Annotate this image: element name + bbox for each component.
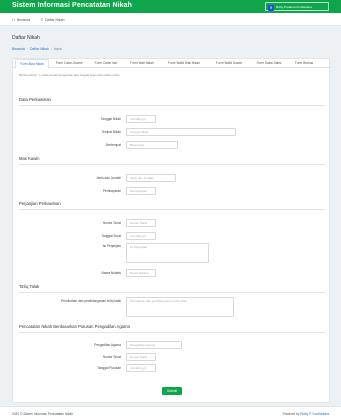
section-divider [19, 105, 325, 106]
nama-notaris-label: Nama Notaris [101, 271, 122, 275]
user-menu[interactable]: R Rizky Pratama Kurdiantara [265, 2, 329, 11]
submit-button[interactable]: Submit [162, 387, 182, 395]
section-divider [19, 332, 325, 333]
pengadilan-agama-label: Pengadilan Agama [94, 343, 121, 347]
nomor-surat-pa-input[interactable]: Nomor Surat [126, 353, 156, 361]
tab-wali-nikah[interactable]: Form Wali Nikah [125, 59, 159, 68]
form-hint: Berikan tanda * (,) pada jumlah tanggal … [19, 73, 121, 77]
section-perjanjian: Perjanjian Perkawinan [19, 201, 61, 206]
breadcrumb-home[interactable]: Beranda [12, 47, 25, 51]
pembayaran-input[interactable]: Pembayaran [126, 187, 156, 195]
main-nav: Beranda Daftar Nikah [0, 13, 341, 26]
pernikahan-taklik-textarea[interactable]: Pernikahan dan pembilanganan ta'liq tala… [126, 297, 234, 317]
user-name: Rizky Pratama Kurdiantara [276, 5, 312, 9]
tab-akta-nikah[interactable]: Form Akta Nikah [15, 59, 49, 69]
pernikahan-taklik-label: Pernikahan dan pembilanganan ta'liq tala… [61, 299, 121, 303]
form-panel: Form Akta Nikah Form Calon Suami Form Ca… [12, 58, 331, 403]
nomor-surat-pa-label: Nomor Surat [102, 355, 121, 359]
tempat-nikah-input[interactable]: Tempat Nikah [126, 128, 236, 136]
tab-wakil-suami[interactable]: Form Wakil Suami [209, 59, 249, 68]
tanggal-nikah-label: Tanggal Nikah [100, 117, 121, 121]
nomor-surat-label: Nomor Surat [102, 221, 121, 225]
jenis-jumlah-input[interactable]: Jenis dan Jumlah [126, 174, 176, 182]
avatar: R [268, 4, 274, 11]
tab-calon-istri[interactable]: Form Calon Istri [89, 59, 123, 68]
section-divider [19, 209, 325, 210]
list-icon [40, 18, 43, 21]
nav-beranda[interactable]: Beranda [12, 18, 30, 22]
pengadilan-agama-input[interactable]: Pengadilan Agama [126, 341, 182, 349]
tab-saksi-saksi[interactable]: Form Saksi Saksi [251, 59, 287, 68]
breadcrumb-current: Input [53, 47, 62, 51]
tanggal-surat-input[interactable]: mm/dd/yyyy [126, 232, 156, 240]
footer-powered-brand[interactable]: Rizky P. Kurdiantara [300, 412, 329, 416]
bertempat-input[interactable]: Bertempat [126, 141, 178, 149]
tab-calon-suami[interactable]: Form Calon Suami [51, 59, 87, 68]
section-taklik: Ta'liq Talak [19, 284, 40, 289]
form-tabs: Form Akta Nikah Form Calon Suami Form Ca… [13, 59, 331, 69]
nav-daftar-nikah[interactable]: Daftar Nikah [40, 18, 64, 22]
breadcrumb-parent[interactable]: Daftar Nikah [30, 47, 49, 51]
app-header: Sistem Informasi Pencatatan Nikah R Rizk… [0, 0, 341, 13]
tab-wakil-wali-nikah[interactable]: Form Wakil Wali Nikah [161, 59, 207, 68]
footer-copyright: 2020 © Sistem Informasi Pencatatan Nikah [12, 411, 73, 416]
section-divider [19, 292, 325, 293]
breadcrumb: Beranda › Daftar Nikah › Input [12, 47, 62, 51]
page-title: Daftar Nikah [12, 35, 40, 41]
tanggal-putusan-label: Tanggal Putusan [97, 366, 121, 370]
section-mas-kawin: Mas Kawin [19, 156, 40, 161]
pembayaran-label: Pembayaran [102, 189, 121, 193]
footer-powered: Powered by Rizky P. Kurdiantara [283, 412, 329, 416]
jenis-jumlah-label: Jenis dan Jumlah [96, 176, 121, 180]
section-data-perkawinan: Data Perkawinan [19, 97, 51, 102]
tanggal-putusan-input[interactable]: mm/dd/yyyy [126, 364, 156, 372]
section-putusan: Pencatatan Nikah Berdasarkan Putusan Pen… [19, 324, 130, 329]
footer-powered-prefix: Powered by [282, 411, 300, 416]
tanggal-nikah-input[interactable]: mm/dd/yyyy [126, 115, 156, 123]
breadcrumb-separator: › [50, 47, 52, 51]
tanggal-surat-label: Tanggal Surat [101, 234, 121, 238]
bertempat-label: Bertempat [106, 143, 121, 147]
isi-perjanjian-label: Isi Perjanjian [102, 244, 121, 248]
nama-notaris-input[interactable]: Nama Notaris [126, 269, 156, 277]
section-divider [19, 164, 325, 165]
footer: 2020 © Sistem Informasi Pencatatan Nikah… [0, 406, 341, 420]
nav-beranda-label: Beranda [17, 17, 31, 22]
isi-perjanjian-textarea[interactable]: Isi Perjanjian [126, 243, 209, 263]
nav-daftar-nikah-label: Daftar Nikah [45, 17, 65, 22]
tempat-nikah-label: Tempat Nikah [101, 130, 122, 134]
app-title: Sistem Informasi Pencatatan Nikah [12, 2, 133, 9]
breadcrumb-separator: › [26, 47, 28, 51]
tab-berkas[interactable]: Form Berkas [289, 59, 319, 68]
home-icon [12, 17, 16, 21]
nomor-surat-input[interactable]: Nomor Surat [126, 219, 156, 227]
